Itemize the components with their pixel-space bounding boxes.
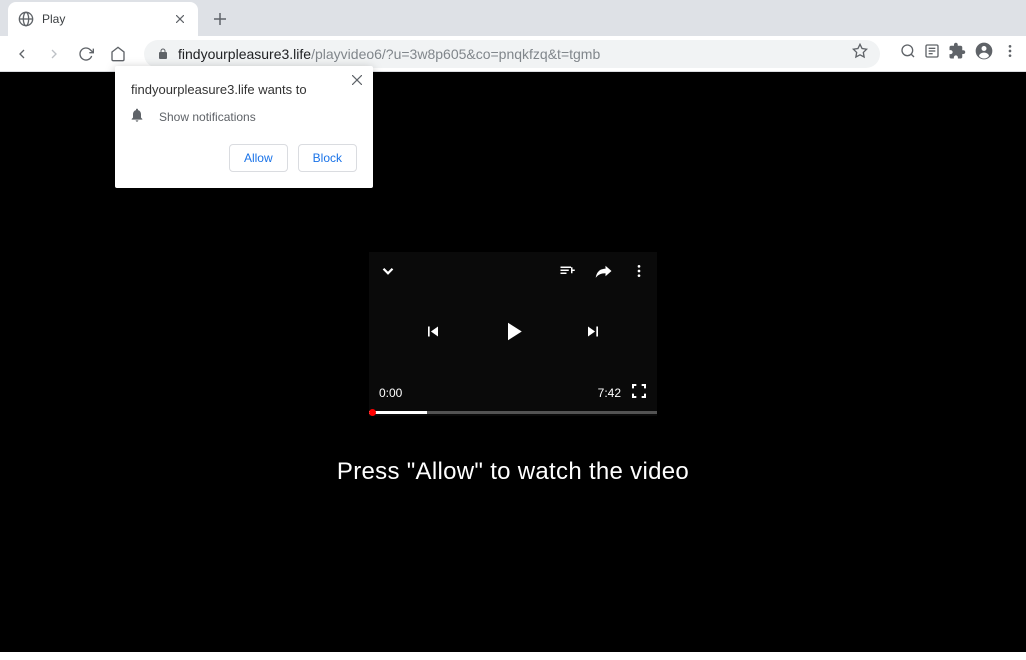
more-vertical-icon[interactable] — [631, 263, 647, 284]
chevron-down-icon[interactable] — [379, 262, 397, 285]
current-time: 0:00 — [379, 386, 402, 400]
progress-fill — [369, 411, 427, 414]
profile-icon[interactable] — [974, 41, 994, 66]
fullscreen-icon[interactable] — [631, 383, 647, 402]
permission-title: findyourpleasure3.life wants to — [131, 82, 357, 97]
tab-close-button[interactable] — [172, 11, 188, 27]
reader-icon[interactable] — [924, 43, 940, 64]
previous-track-icon[interactable] — [423, 322, 443, 347]
instruction-text: Press "Allow" to watch the video — [337, 458, 689, 486]
video-player: 0:00 7:42 — [369, 252, 657, 416]
player-top-bar — [379, 262, 647, 285]
new-tab-button[interactable] — [206, 5, 234, 33]
toolbar-right — [892, 41, 1018, 66]
globe-icon — [18, 11, 34, 27]
tab-title: Play — [42, 12, 164, 26]
progress-bar[interactable] — [369, 411, 657, 414]
permission-message: Show notifications — [159, 110, 256, 124]
reload-button[interactable] — [72, 40, 100, 68]
lock-icon — [156, 47, 170, 61]
address-bar[interactable]: findyourpleasure3.life/playvideo6/?u=3w8… — [144, 40, 880, 68]
url-text: findyourpleasure3.life/playvideo6/?u=3w8… — [178, 46, 600, 62]
forward-button[interactable] — [40, 40, 68, 68]
bookmark-star-icon[interactable] — [852, 43, 868, 64]
player-bottom-bar: 0:00 7:42 — [379, 383, 647, 402]
permission-popup: findyourpleasure3.life wants to Show not… — [115, 66, 373, 188]
browser-tab[interactable]: Play — [8, 2, 198, 36]
progress-thumb[interactable] — [369, 409, 376, 416]
duration: 7:42 — [598, 386, 621, 400]
menu-icon[interactable] — [1002, 43, 1018, 64]
tab-strip: Play — [0, 0, 1026, 36]
url-domain: findyourpleasure3.life — [178, 46, 311, 62]
next-track-icon[interactable] — [583, 322, 603, 347]
permission-body: Show notifications — [129, 107, 357, 126]
zoom-icon[interactable] — [900, 43, 916, 64]
url-path: /playvideo6/?u=3w8p605&co=pnqkfzq&t=tgmb — [311, 46, 600, 62]
share-icon[interactable] — [595, 262, 613, 285]
home-button[interactable] — [104, 40, 132, 68]
play-icon[interactable] — [498, 317, 528, 352]
back-button[interactable] — [8, 40, 36, 68]
block-button[interactable]: Block — [298, 144, 357, 172]
playlist-add-icon[interactable] — [559, 262, 577, 285]
allow-button[interactable]: Allow — [229, 144, 288, 172]
player-controls — [369, 317, 657, 352]
extensions-icon[interactable] — [948, 42, 966, 65]
bell-icon — [129, 107, 145, 126]
popup-close-button[interactable] — [349, 72, 365, 88]
permission-actions: Allow Block — [131, 144, 357, 172]
